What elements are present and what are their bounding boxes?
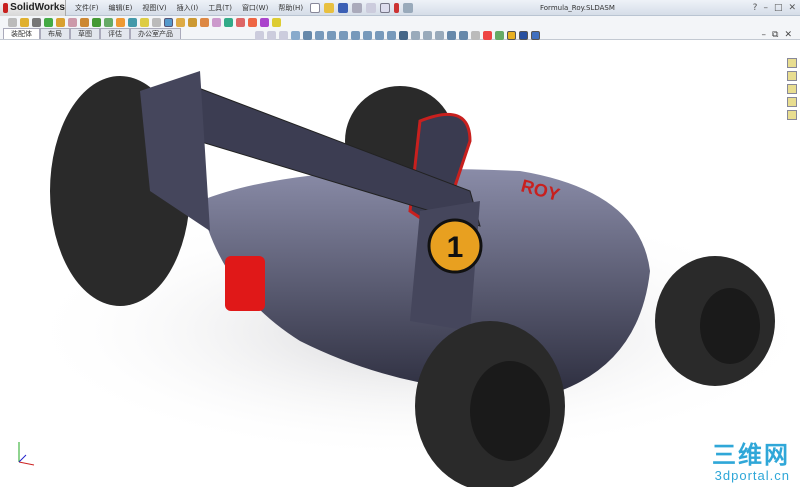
task-pane-tabs bbox=[787, 58, 797, 120]
hide-show-items-icon[interactable] bbox=[447, 31, 456, 40]
smart-fasteners-icon[interactable] bbox=[80, 17, 89, 27]
tab-sketch[interactable]: 草图 bbox=[70, 28, 100, 39]
previous-view-icon[interactable] bbox=[279, 31, 288, 40]
menu-insert[interactable]: 插入(I) bbox=[172, 3, 204, 13]
menu-tools[interactable]: 工具(T) bbox=[203, 3, 237, 13]
mass-properties-icon[interactable] bbox=[212, 17, 221, 27]
reference-geometry-icon[interactable] bbox=[104, 17, 113, 27]
save-icon[interactable] bbox=[338, 2, 349, 13]
section-view-icon[interactable] bbox=[291, 31, 300, 40]
close-button[interactable]: ✕ bbox=[788, 3, 796, 13]
view-palette-icon[interactable] bbox=[787, 97, 797, 107]
view-back-icon[interactable] bbox=[339, 31, 348, 40]
graphics-area[interactable]: 1 ROY 三维网 3dportal.cn bbox=[0, 41, 800, 487]
solidworks-logo[interactable]: SolidWorks bbox=[0, 0, 66, 16]
view-top-icon[interactable] bbox=[375, 31, 384, 40]
design-library-icon[interactable] bbox=[787, 71, 797, 81]
realview-graphics-icon[interactable] bbox=[507, 31, 516, 40]
shadows-icon[interactable] bbox=[471, 31, 480, 40]
photoworks-icon[interactable] bbox=[260, 17, 269, 27]
apply-scene-icon[interactable] bbox=[483, 31, 492, 40]
shadows-in-shaded-icon[interactable] bbox=[519, 31, 528, 40]
formula-car-model[interactable]: 1 ROY bbox=[0, 41, 800, 487]
doc-close-button[interactable]: ✕ bbox=[784, 30, 792, 40]
options-icon[interactable] bbox=[403, 2, 414, 13]
watermark: 三维网 3dportal.cn bbox=[712, 442, 790, 484]
menu-help[interactable]: 帮助(H) bbox=[273, 3, 308, 13]
doc-restore-button[interactable]: ⧉ bbox=[772, 30, 778, 40]
hole-alignment-icon[interactable] bbox=[188, 17, 197, 27]
appearances-icon[interactable] bbox=[787, 110, 797, 120]
menu-window[interactable]: 窗口(W) bbox=[237, 3, 273, 13]
explode-line-icon[interactable] bbox=[152, 17, 161, 27]
menu-edit[interactable]: 编辑(E) bbox=[104, 3, 138, 13]
heads-up-view-toolbar bbox=[255, 31, 540, 40]
section-properties-icon[interactable] bbox=[224, 17, 233, 27]
menu-view[interactable]: 视图(V) bbox=[137, 3, 171, 13]
tab-assembly[interactable]: 装配体 bbox=[3, 28, 40, 39]
solidworks-icon bbox=[3, 2, 9, 13]
view-settings-icon[interactable] bbox=[399, 31, 408, 40]
title-bar: SolidWorks 文件(F) 编辑(E) 视图(V) 插入(I) 工具(T)… bbox=[0, 0, 800, 16]
two-view-icon[interactable] bbox=[423, 31, 432, 40]
minimize-button[interactable]: – bbox=[763, 3, 768, 13]
performance-icon[interactable] bbox=[248, 17, 257, 27]
edit-component-icon[interactable] bbox=[8, 17, 17, 27]
insert-component-icon[interactable] bbox=[20, 17, 29, 27]
display-style-icon[interactable] bbox=[315, 31, 324, 40]
exploded-view-icon[interactable] bbox=[140, 17, 149, 27]
command-toolbar bbox=[0, 16, 800, 28]
rear-right-wheel bbox=[470, 361, 550, 461]
menu-file[interactable]: 文件(F) bbox=[70, 3, 104, 13]
doc-minimize-button[interactable]: – bbox=[762, 30, 767, 40]
maximize-button[interactable]: □ bbox=[774, 3, 783, 13]
view-left-icon[interactable] bbox=[351, 31, 360, 40]
view-orientation-icon[interactable] bbox=[303, 31, 312, 40]
check-icon[interactable] bbox=[236, 17, 245, 27]
isometric-icon[interactable] bbox=[387, 31, 396, 40]
undo-icon[interactable] bbox=[366, 2, 377, 13]
mate-icon[interactable] bbox=[32, 17, 41, 27]
interference-detection-icon[interactable] bbox=[164, 17, 173, 27]
solidworks-resources-icon[interactable] bbox=[787, 58, 797, 68]
select-icon[interactable] bbox=[380, 2, 391, 13]
zoom-to-area-icon[interactable] bbox=[267, 31, 276, 40]
view-front-icon[interactable] bbox=[327, 31, 336, 40]
zoom-to-fit-icon[interactable] bbox=[255, 31, 264, 40]
rebuild-icon[interactable] bbox=[394, 2, 400, 13]
coordinate-triad-icon bbox=[18, 442, 35, 466]
pattern-icon[interactable] bbox=[44, 17, 53, 27]
assembly-features-icon[interactable] bbox=[92, 17, 101, 27]
front-right-wheel bbox=[700, 288, 760, 364]
bill-of-materials-icon[interactable] bbox=[128, 17, 137, 27]
open-icon[interactable] bbox=[324, 2, 335, 13]
tab-office-products[interactable]: 办公室产品 bbox=[130, 28, 181, 39]
move-component-icon[interactable] bbox=[56, 17, 65, 27]
rotate-component-icon[interactable] bbox=[68, 17, 77, 27]
single-view-icon[interactable] bbox=[411, 31, 420, 40]
render-icon[interactable] bbox=[272, 17, 281, 27]
print-icon[interactable] bbox=[352, 2, 363, 13]
realview-icon[interactable] bbox=[495, 31, 504, 40]
tab-layout[interactable]: 布局 bbox=[40, 28, 70, 39]
rear-light bbox=[225, 256, 265, 311]
clearance-icon[interactable] bbox=[176, 17, 185, 27]
file-explorer-icon[interactable] bbox=[787, 84, 797, 94]
ambient-occlusion-icon[interactable] bbox=[531, 31, 540, 40]
new-document-icon[interactable] bbox=[310, 2, 321, 13]
new-motion-study-icon[interactable] bbox=[116, 17, 125, 27]
four-view-icon[interactable] bbox=[435, 31, 444, 40]
menu-bar: 文件(F) 编辑(E) 视图(V) 插入(I) 工具(T) 窗口(W) 帮助(H… bbox=[70, 3, 308, 13]
race-number: 1 bbox=[447, 231, 464, 264]
tab-evaluate[interactable]: 评估 bbox=[100, 28, 130, 39]
document-title: Formula_Roy.SLDASM bbox=[540, 3, 615, 12]
view-right-icon[interactable] bbox=[363, 31, 372, 40]
measure-icon[interactable] bbox=[200, 17, 209, 27]
edit-appearance-icon[interactable] bbox=[459, 31, 468, 40]
document-window-controls: – ⧉ ✕ bbox=[762, 30, 792, 40]
help-button[interactable]: ? bbox=[753, 3, 758, 13]
